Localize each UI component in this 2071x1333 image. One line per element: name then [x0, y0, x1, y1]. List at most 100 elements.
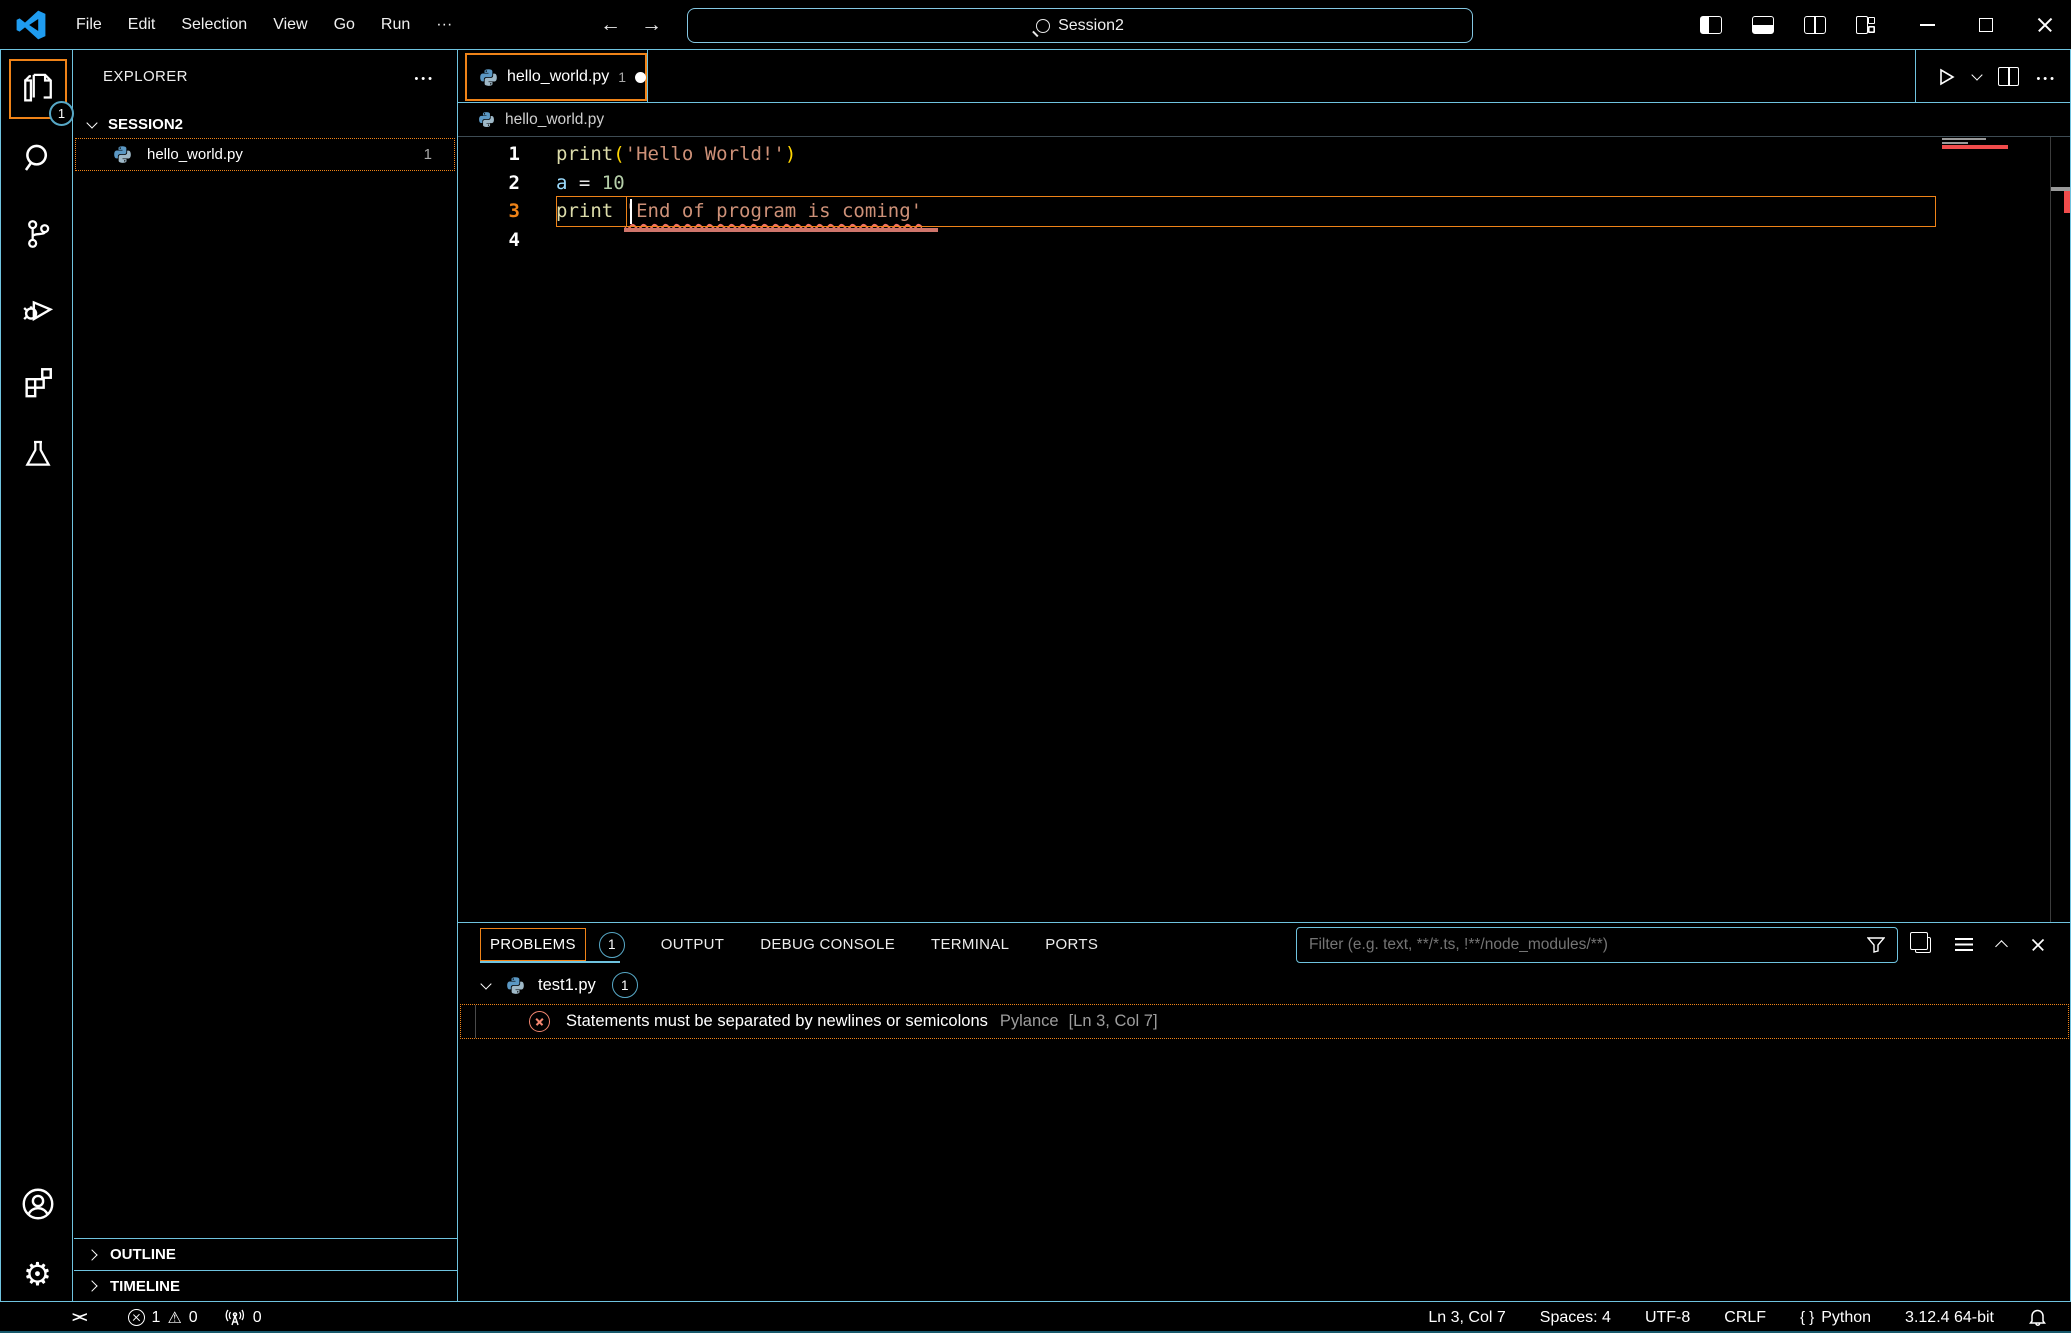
menu-selection[interactable]: Selection: [181, 16, 247, 34]
close-icon[interactable]: [2037, 17, 2053, 33]
activity-testing[interactable]: [1, 428, 74, 480]
chevron-down-icon: [86, 117, 97, 128]
panel-actions: [1911, 923, 2046, 966]
problem-row[interactable]: Statements must be separated by newlines…: [460, 1004, 2069, 1039]
notifications-bell-icon[interactable]: [2028, 1308, 2047, 1328]
tab-output[interactable]: OUTPUT: [661, 936, 724, 953]
toggle-primary-sidebar-icon[interactable]: [1700, 16, 1722, 34]
minimize-icon[interactable]: [1920, 24, 1935, 26]
activity-search[interactable]: [1, 132, 74, 184]
indentation[interactable]: Spaces: 4: [1540, 1309, 1611, 1327]
problems-filter: [1296, 927, 1898, 963]
python-file-icon: [113, 145, 132, 164]
tab-debug-console[interactable]: DEBUG CONSOLE: [760, 936, 895, 953]
run-dropdown-chevron-icon[interactable]: [1972, 69, 1983, 80]
activity-run-debug[interactable]: [1, 282, 74, 334]
activity-extensions[interactable]: [1, 356, 74, 408]
title-bar: File Edit Selection View Go Run ··· ← → …: [0, 0, 2071, 50]
forward-arrow-icon[interactable]: →: [641, 13, 662, 37]
close-panel-icon[interactable]: [2031, 938, 2045, 952]
code-line-1: 1 print('Hello World!'): [458, 140, 2071, 169]
ports-status[interactable]: 0: [224, 1309, 262, 1327]
editor-group: hello_world.py 1 hello_world.py 1: [458, 50, 2071, 922]
errors-icon: [128, 1309, 145, 1326]
editor-actions: [1936, 50, 2057, 103]
language-mode[interactable]: Python: [1800, 1309, 1871, 1327]
unsaved-dot-icon[interactable]: [635, 72, 646, 83]
timeline-section[interactable]: TIMELINE: [74, 1270, 457, 1301]
word-highlight-border: [556, 196, 627, 227]
encoding[interactable]: UTF-8: [1645, 1309, 1690, 1327]
menu-view[interactable]: View: [273, 16, 307, 34]
window-controls: [1700, 0, 2071, 50]
customize-layout-icon[interactable]: [1856, 16, 1876, 34]
activity-explorer[interactable]: 1: [9, 59, 67, 119]
collapse-all-icon[interactable]: [1955, 938, 1973, 952]
filter-input[interactable]: [1297, 936, 1867, 954]
python-interpreter[interactable]: 3.12.4 64-bit: [1905, 1309, 1994, 1327]
toggle-secondary-sidebar-icon[interactable]: [1804, 16, 1826, 34]
view-as-table-icon[interactable]: [1915, 937, 1931, 953]
python-file-icon: [478, 111, 495, 128]
breadcrumb-file: hello_world.py: [505, 111, 604, 129]
folder-name: SESSION2: [108, 116, 183, 133]
tab-terminal[interactable]: TERMINAL: [931, 936, 1009, 953]
problems-file-group[interactable]: test1.py 1: [458, 966, 2071, 1004]
outline-label: OUTLINE: [110, 1246, 176, 1263]
chevron-right-icon: [86, 1280, 97, 1291]
minimap-separator: [2050, 137, 2051, 922]
beaker-icon: [22, 437, 54, 471]
split-editor-icon[interactable]: [1998, 67, 2019, 86]
activity-bar: 1: [0, 50, 73, 1301]
filter-funnel-icon[interactable]: [1867, 937, 1885, 953]
toggle-panel-icon[interactable]: [1752, 16, 1774, 34]
code-editor[interactable]: 1 print('Hello World!') 2 a = 10 3 print…: [458, 137, 2071, 922]
menu-file[interactable]: File: [76, 16, 102, 34]
activity-accounts[interactable]: [1, 1178, 74, 1230]
cursor-position[interactable]: Ln 3, Col 7: [1428, 1309, 1505, 1327]
activity-source-control[interactable]: [1, 208, 74, 260]
problem-source: Pylance: [1000, 1012, 1059, 1031]
menu-go[interactable]: Go: [334, 16, 355, 34]
tab-problems[interactable]: PROBLEMS 1: [480, 923, 625, 966]
vscode-logo-icon: [16, 10, 46, 40]
menu-edit[interactable]: Edit: [128, 16, 156, 34]
chevron-down-icon: [480, 978, 491, 989]
search-icon: [21, 141, 55, 175]
breadcrumb[interactable]: hello_world.py: [458, 103, 2071, 137]
maximize-panel-icon[interactable]: [1995, 940, 2008, 953]
problems-status[interactable]: 1 ⚠ 0: [128, 1308, 198, 1327]
language-label: Python: [1821, 1309, 1871, 1327]
tab-strip: hello_world.py 1: [458, 50, 2071, 103]
ports-count: 0: [253, 1309, 262, 1327]
editor-more-actions-icon[interactable]: [2036, 66, 2057, 87]
run-file-icon[interactable]: [1936, 67, 1956, 87]
remote-indicator-icon[interactable]: [72, 1309, 86, 1326]
python-file-icon: [479, 68, 498, 87]
bottom-panel: PROBLEMS 1 OUTPUT DEBUG CONSOLE TERMINAL…: [458, 922, 2071, 1301]
tab-ports[interactable]: PORTS: [1045, 936, 1098, 953]
file-problem-count: 1: [424, 146, 432, 163]
eol-sequence[interactable]: CRLF: [1724, 1309, 1766, 1327]
file-item-hello-world[interactable]: hello_world.py 1: [75, 138, 455, 171]
folder-section-header[interactable]: SESSION2: [74, 108, 457, 140]
problem-message: Statements must be separated by newlines…: [566, 1012, 988, 1031]
maximize-icon[interactable]: [1979, 18, 1993, 32]
back-arrow-icon[interactable]: ←: [600, 13, 621, 37]
problems-badge: 1: [599, 932, 625, 958]
explorer-more-actions-icon[interactable]: [414, 66, 435, 87]
account-icon: [20, 1186, 56, 1222]
command-center-search[interactable]: Session2: [687, 8, 1473, 43]
minimap-error-mark: [1942, 145, 2008, 149]
activity-settings[interactable]: ⚙: [1, 1248, 74, 1300]
active-tab-underline: [480, 961, 620, 963]
error-count: 1: [152, 1309, 161, 1327]
file-name: hello_world.py: [147, 146, 243, 163]
outline-section[interactable]: OUTLINE: [74, 1238, 457, 1270]
minimap-line: [1942, 138, 1986, 140]
menu-more[interactable]: ···: [436, 16, 452, 34]
tab-hello-world[interactable]: hello_world.py 1: [465, 53, 647, 101]
warnings-icon: ⚠: [167, 1308, 181, 1327]
code-line-3-current: 3 print 'End of program is coming': [458, 197, 2071, 226]
menu-run[interactable]: Run: [381, 16, 410, 34]
